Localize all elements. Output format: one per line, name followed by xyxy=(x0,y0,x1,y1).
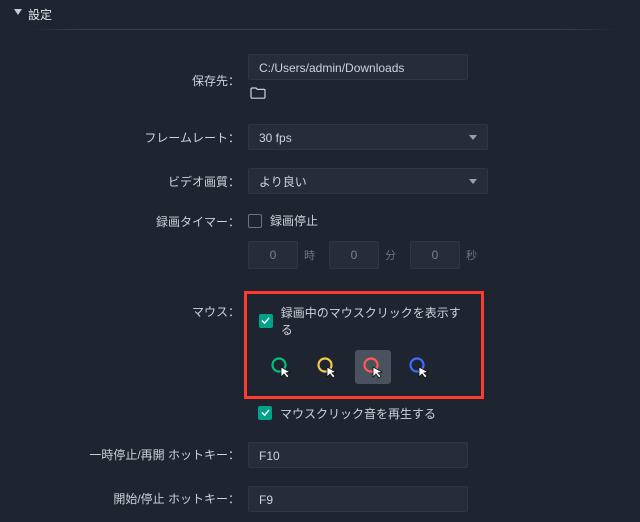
cursor-color-red[interactable] xyxy=(355,350,391,384)
checkbox-box xyxy=(259,314,273,328)
timer-stop-checkbox[interactable]: 録画停止 xyxy=(248,212,318,229)
row-startstop-hotkey: 開始/停止 ホットキー： F9 xyxy=(0,486,640,512)
checkbox-box xyxy=(258,406,272,420)
timer-minutes: 0 分 xyxy=(329,241,396,269)
cursor-color-yellow[interactable] xyxy=(309,350,345,384)
show-clicks-checkbox[interactable]: 録画中のマウスクリックを表示する xyxy=(259,304,469,338)
show-clicks-label: 録画中のマウスクリックを表示する xyxy=(281,304,469,338)
timer-minutes-input[interactable]: 0 xyxy=(329,241,379,269)
startstop-hotkey-field: F9 xyxy=(248,486,488,512)
framerate-field: 30 fps xyxy=(248,124,488,150)
browse-folder-button[interactable] xyxy=(248,80,268,106)
pause-hotkey-label: 一時停止/再開 ホットキー： xyxy=(0,446,248,463)
mouse-label: マウス： xyxy=(0,303,248,320)
quality-value: より良い xyxy=(259,175,307,189)
row-framerate: フレームレート： 30 fps xyxy=(0,124,640,150)
quality-label: ビデオ画質： xyxy=(0,173,248,190)
chevron-down-icon xyxy=(469,135,477,140)
timer-seconds-unit: 秒 xyxy=(466,247,477,263)
play-click-sound-label: マウスクリック音を再生する xyxy=(280,405,436,422)
save-path-input[interactable]: C:/Users/admin/Downloads xyxy=(248,54,468,80)
row-quality: ビデオ画質： より良い xyxy=(0,168,640,194)
startstop-hotkey-input[interactable]: F9 xyxy=(248,486,468,512)
pause-hotkey-field: F10 xyxy=(248,442,488,468)
row-pause-hotkey: 一時停止/再開 ホットキー： F10 xyxy=(0,442,640,468)
folder-icon xyxy=(250,86,266,100)
timer-hours: 0 時 xyxy=(248,241,315,269)
timer-field: 録画停止 xyxy=(248,212,488,231)
startstop-hotkey-label: 開始/停止 ホットキー： xyxy=(0,490,248,507)
checkbox-box xyxy=(248,214,262,228)
row-timer: 録画タイマー： 録画停止 xyxy=(0,212,640,231)
chevron-down-icon xyxy=(469,179,477,184)
timer-minutes-unit: 分 xyxy=(385,247,396,263)
timer-inputs: 0 時 0 分 0 秒 xyxy=(248,241,640,269)
save-path-field: C:/Users/admin/Downloads xyxy=(248,54,488,106)
cursor-color-options xyxy=(263,350,469,384)
timer-label: 録画タイマー： xyxy=(0,213,248,230)
timer-hours-unit: 時 xyxy=(304,247,315,263)
framerate-select[interactable]: 30 fps xyxy=(248,124,488,150)
section-separator xyxy=(0,29,640,30)
timer-stop-label: 録画停止 xyxy=(270,212,318,229)
cursor-color-blue[interactable] xyxy=(401,350,437,384)
chevron-down-icon xyxy=(14,9,22,15)
row-save-path: 保存先： C:/Users/admin/Downloads xyxy=(0,54,640,106)
framerate-label: フレームレート： xyxy=(0,129,248,146)
timer-seconds: 0 秒 xyxy=(410,241,477,269)
mouse-highlight-box: 録画中のマウスクリックを表示する xyxy=(244,291,484,399)
save-path-label: 保存先： xyxy=(0,72,248,89)
cursor-color-green[interactable] xyxy=(263,350,299,384)
section-title: 設定 xyxy=(28,8,52,22)
pause-hotkey-input[interactable]: F10 xyxy=(248,442,468,468)
play-click-sound-checkbox[interactable]: マウスクリック音を再生する xyxy=(258,405,436,422)
timer-hours-input[interactable]: 0 xyxy=(248,241,298,269)
framerate-value: 30 fps xyxy=(259,131,292,145)
quality-select[interactable]: より良い xyxy=(248,168,488,194)
quality-field: より良い xyxy=(248,168,488,194)
timer-seconds-input[interactable]: 0 xyxy=(410,241,460,269)
settings-section-header[interactable]: 設定 xyxy=(0,0,640,29)
